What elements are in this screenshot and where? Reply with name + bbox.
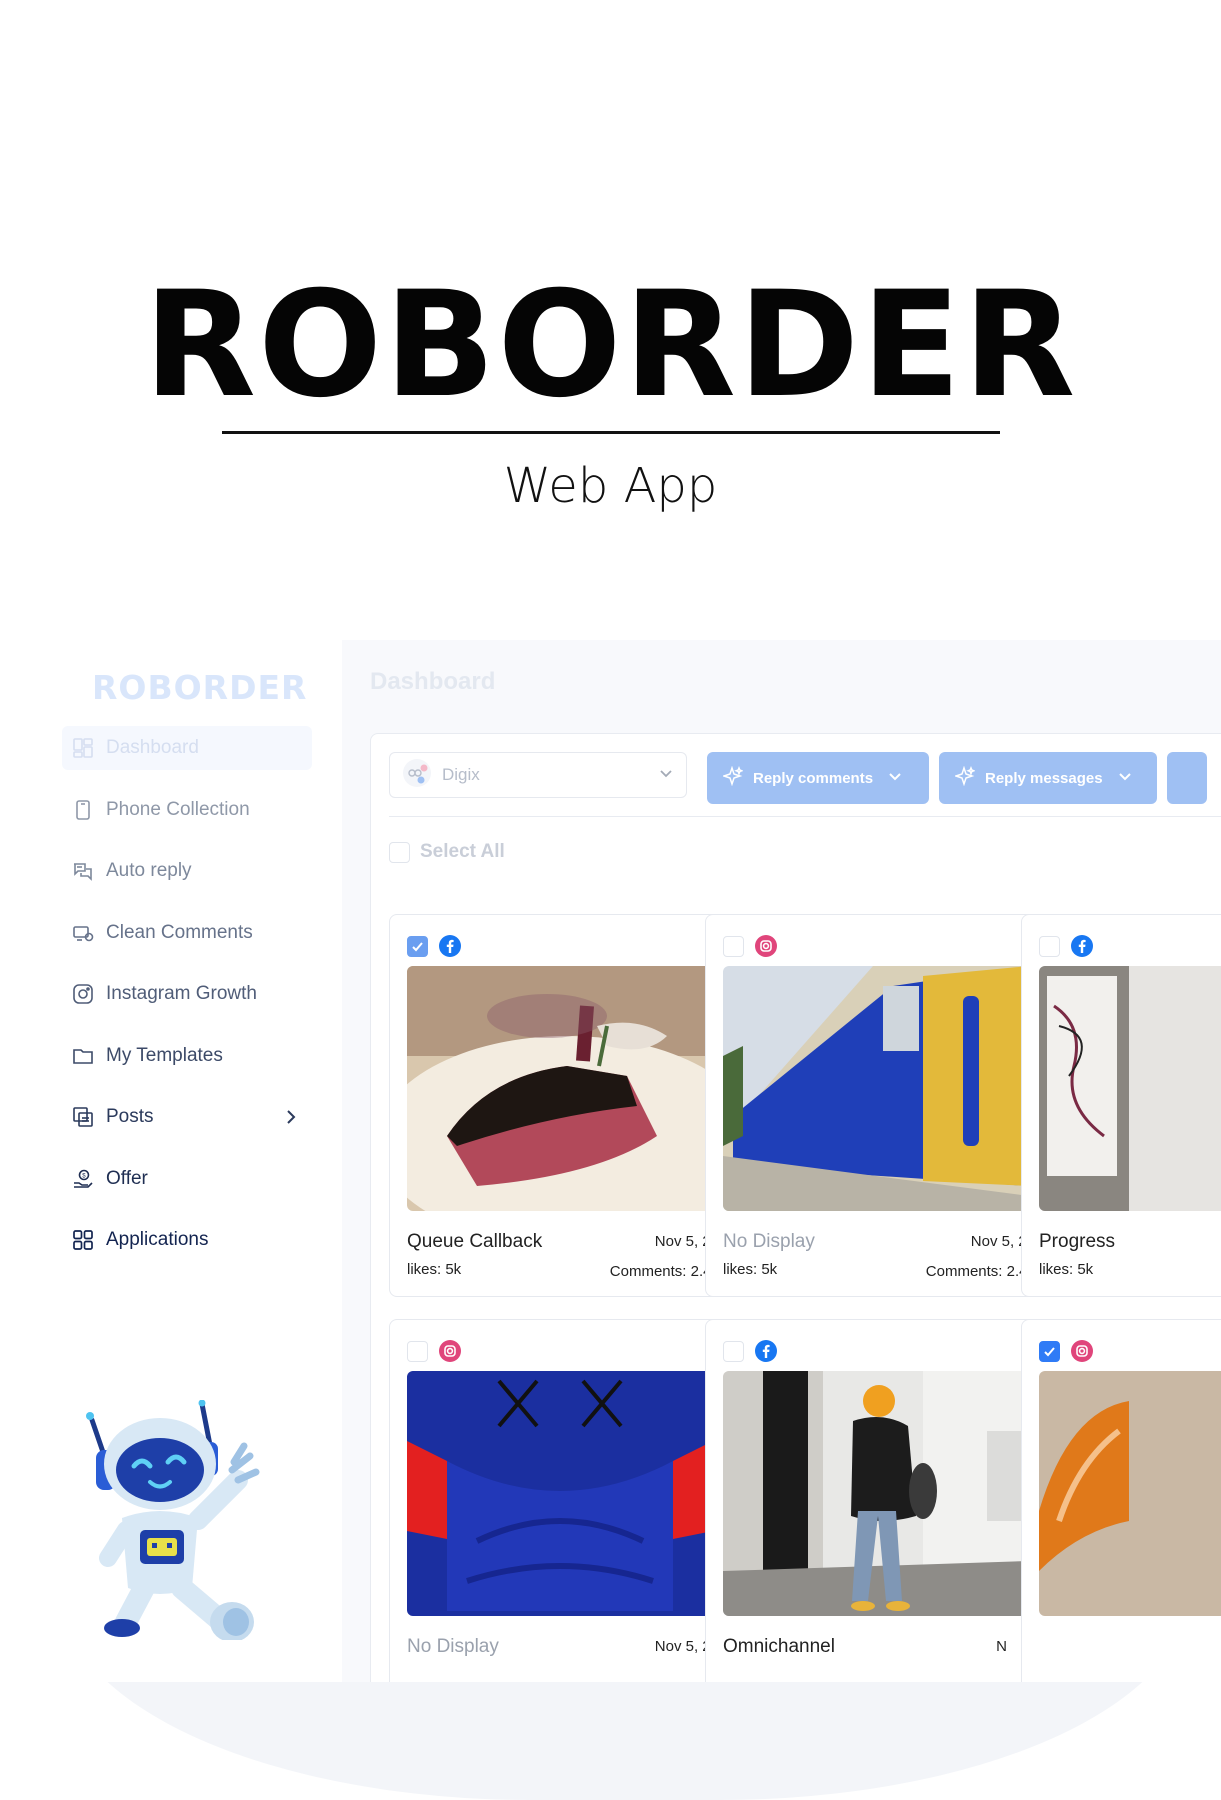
post-image [723,1371,1029,1616]
sidebar-item-phone-collection[interactable]: Phone Collection [62,788,312,832]
post-card[interactable]: No Display Nov 5, 24 [389,1319,737,1682]
post-image [1039,966,1221,1211]
chevron-down-icon [887,768,903,788]
sidebar-item-label: Clean Comments [106,921,253,943]
hero-divider [222,431,1000,434]
post-image [407,1371,713,1616]
sidebar-item-clean-comments[interactable]: Clean Comments [62,911,312,955]
post-card[interactable]: Omnichannel N [705,1319,1053,1682]
sparkle-icon [721,765,744,790]
instagram-icon [1070,1339,1094,1363]
post-title: No Display [407,1636,499,1657]
sidebar-item-auto-reply[interactable]: Auto reply [62,849,312,893]
post-title: Omnichannel [723,1636,835,1657]
phone-icon [72,799,94,821]
facebook-icon [1070,934,1094,958]
post-card[interactable]: Queue Callback Nov 5, 24 likes: 5k Comme… [389,914,737,1297]
post-image [407,966,713,1211]
select-all-label: Select All [420,841,505,862]
checkbox[interactable] [723,935,744,957]
sidebar-item-label: Auto reply [106,860,192,881]
post-card[interactable] [1021,1319,1221,1682]
sidebar-item-my-templates[interactable]: My Templates [62,1034,312,1078]
toolbar-divider [389,816,1221,817]
chevron-down-icon [1117,768,1133,788]
checkbox[interactable] [407,1340,428,1362]
sidebar: ROBORDER Dashboard Phone Collection Auto… [0,640,342,1682]
checkbox[interactable] [1039,1340,1060,1362]
chevron-right-icon [282,1108,300,1126]
post-image [1039,1371,1221,1616]
account-select-value: Digix [442,765,480,784]
post-comments: Comments: 2.4k [925,1263,1035,1280]
reply-comments-button[interactable]: Reply comments [707,752,929,804]
hero-title: ROBORDER [143,260,1078,430]
post-comments: Comments: 2.4k [609,1263,719,1280]
checkbox[interactable] [1039,935,1060,957]
sidebar-item-posts[interactable]: Posts [62,1095,312,1139]
instagram-icon [754,934,778,958]
sidebar-item-label: Posts [106,1106,154,1127]
post-title: No Display [723,1231,815,1252]
post-card[interactable]: No Display Nov 5, 24 likes: 5k Comments:… [705,914,1053,1297]
reply-messages-button[interactable]: Reply messages [939,752,1157,804]
post-title: Queue Callback [407,1231,543,1252]
hero-subtitle: Web App [503,458,718,514]
robot-mascot-illustration [86,1400,260,1640]
posts-icon [72,1106,94,1128]
post-likes: likes: 5k [723,1261,778,1278]
account-select[interactable]: Digix [389,752,687,798]
sidebar-item-label: Dashboard [106,737,199,758]
sidebar-item-instagram-growth[interactable]: Instagram Growth [62,972,312,1016]
post-date: N [996,1638,1007,1655]
post-title: Progress [1039,1231,1116,1252]
posts-panel: Digix Reply comments Reply messages Sele… [370,733,1221,1682]
app-window: ROBORDER Dashboard Phone Collection Auto… [0,640,1221,1682]
sidebar-nav: Dashboard Phone Collection Auto reply Cl… [62,726,312,1280]
clean-comments-icon [72,922,94,944]
sidebar-item-label: Applications [106,1229,209,1250]
folder-icon [72,1045,94,1067]
select-all-checkbox[interactable]: Select All [389,841,505,863]
main-content: Dashboard Digix Reply comments Reply mes… [342,640,1221,1682]
page-title: Dashboard [370,668,496,695]
reply-messages-label: Reply messages [985,769,1103,787]
checkbox[interactable] [389,841,410,863]
reply-comments-label: Reply comments [753,769,874,787]
sidebar-item-applications[interactable]: Applications [62,1218,312,1262]
sidebar-brand-logo: ROBORDER [92,668,308,707]
sidebar-item-dashboard[interactable]: Dashboard [62,726,312,770]
post-likes: likes: 5k [1039,1261,1094,1278]
account-avatar-icon [402,758,432,793]
checkbox[interactable] [407,935,428,957]
post-card[interactable]: Progress likes: 5k [1021,914,1221,1297]
post-image [723,966,1029,1211]
sidebar-item-label: Phone Collection [106,798,250,820]
post-likes: likes: 5k [407,1261,462,1278]
dashboard-icon [72,737,94,759]
checkbox[interactable] [723,1340,744,1362]
sidebar-item-label: My Templates [106,1044,223,1066]
facebook-icon [754,1339,778,1363]
sidebar-item-label: Instagram Growth [106,983,257,1004]
instagram-icon [72,983,94,1005]
sidebar-item-offer[interactable]: $ Offer [62,1157,312,1201]
sparkle-icon [953,765,976,790]
sidebar-item-label: Offer [106,1167,148,1189]
instagram-icon [438,1339,462,1363]
offer-icon: $ [72,1168,94,1190]
facebook-icon [438,934,462,958]
chevron-down-icon [658,765,674,786]
more-actions-button[interactable] [1167,752,1207,804]
grid-icon [72,1229,94,1251]
chat-bubbles-icon [72,860,94,882]
